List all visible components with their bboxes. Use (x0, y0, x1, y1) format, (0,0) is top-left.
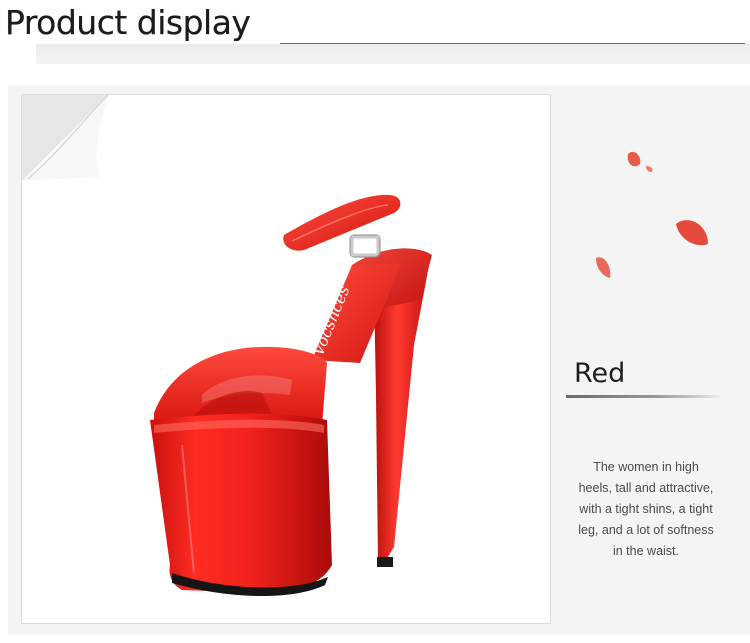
product-info-column: Red The women in high heels, tall and at… (556, 86, 750, 634)
header-band (36, 44, 750, 64)
color-name-underline (566, 395, 720, 398)
product-description: The women in high heels, tall and attrac… (578, 460, 714, 558)
page-curl-decoration (22, 95, 108, 181)
page-title: Product display (5, 3, 251, 42)
product-display-page: Product display Vocsnces Red The women i… (0, 0, 750, 643)
header-divider (280, 43, 745, 44)
color-name: Red (574, 358, 626, 389)
product-image-frame: Vocsnces (21, 94, 551, 624)
petal-decoration (596, 151, 708, 278)
